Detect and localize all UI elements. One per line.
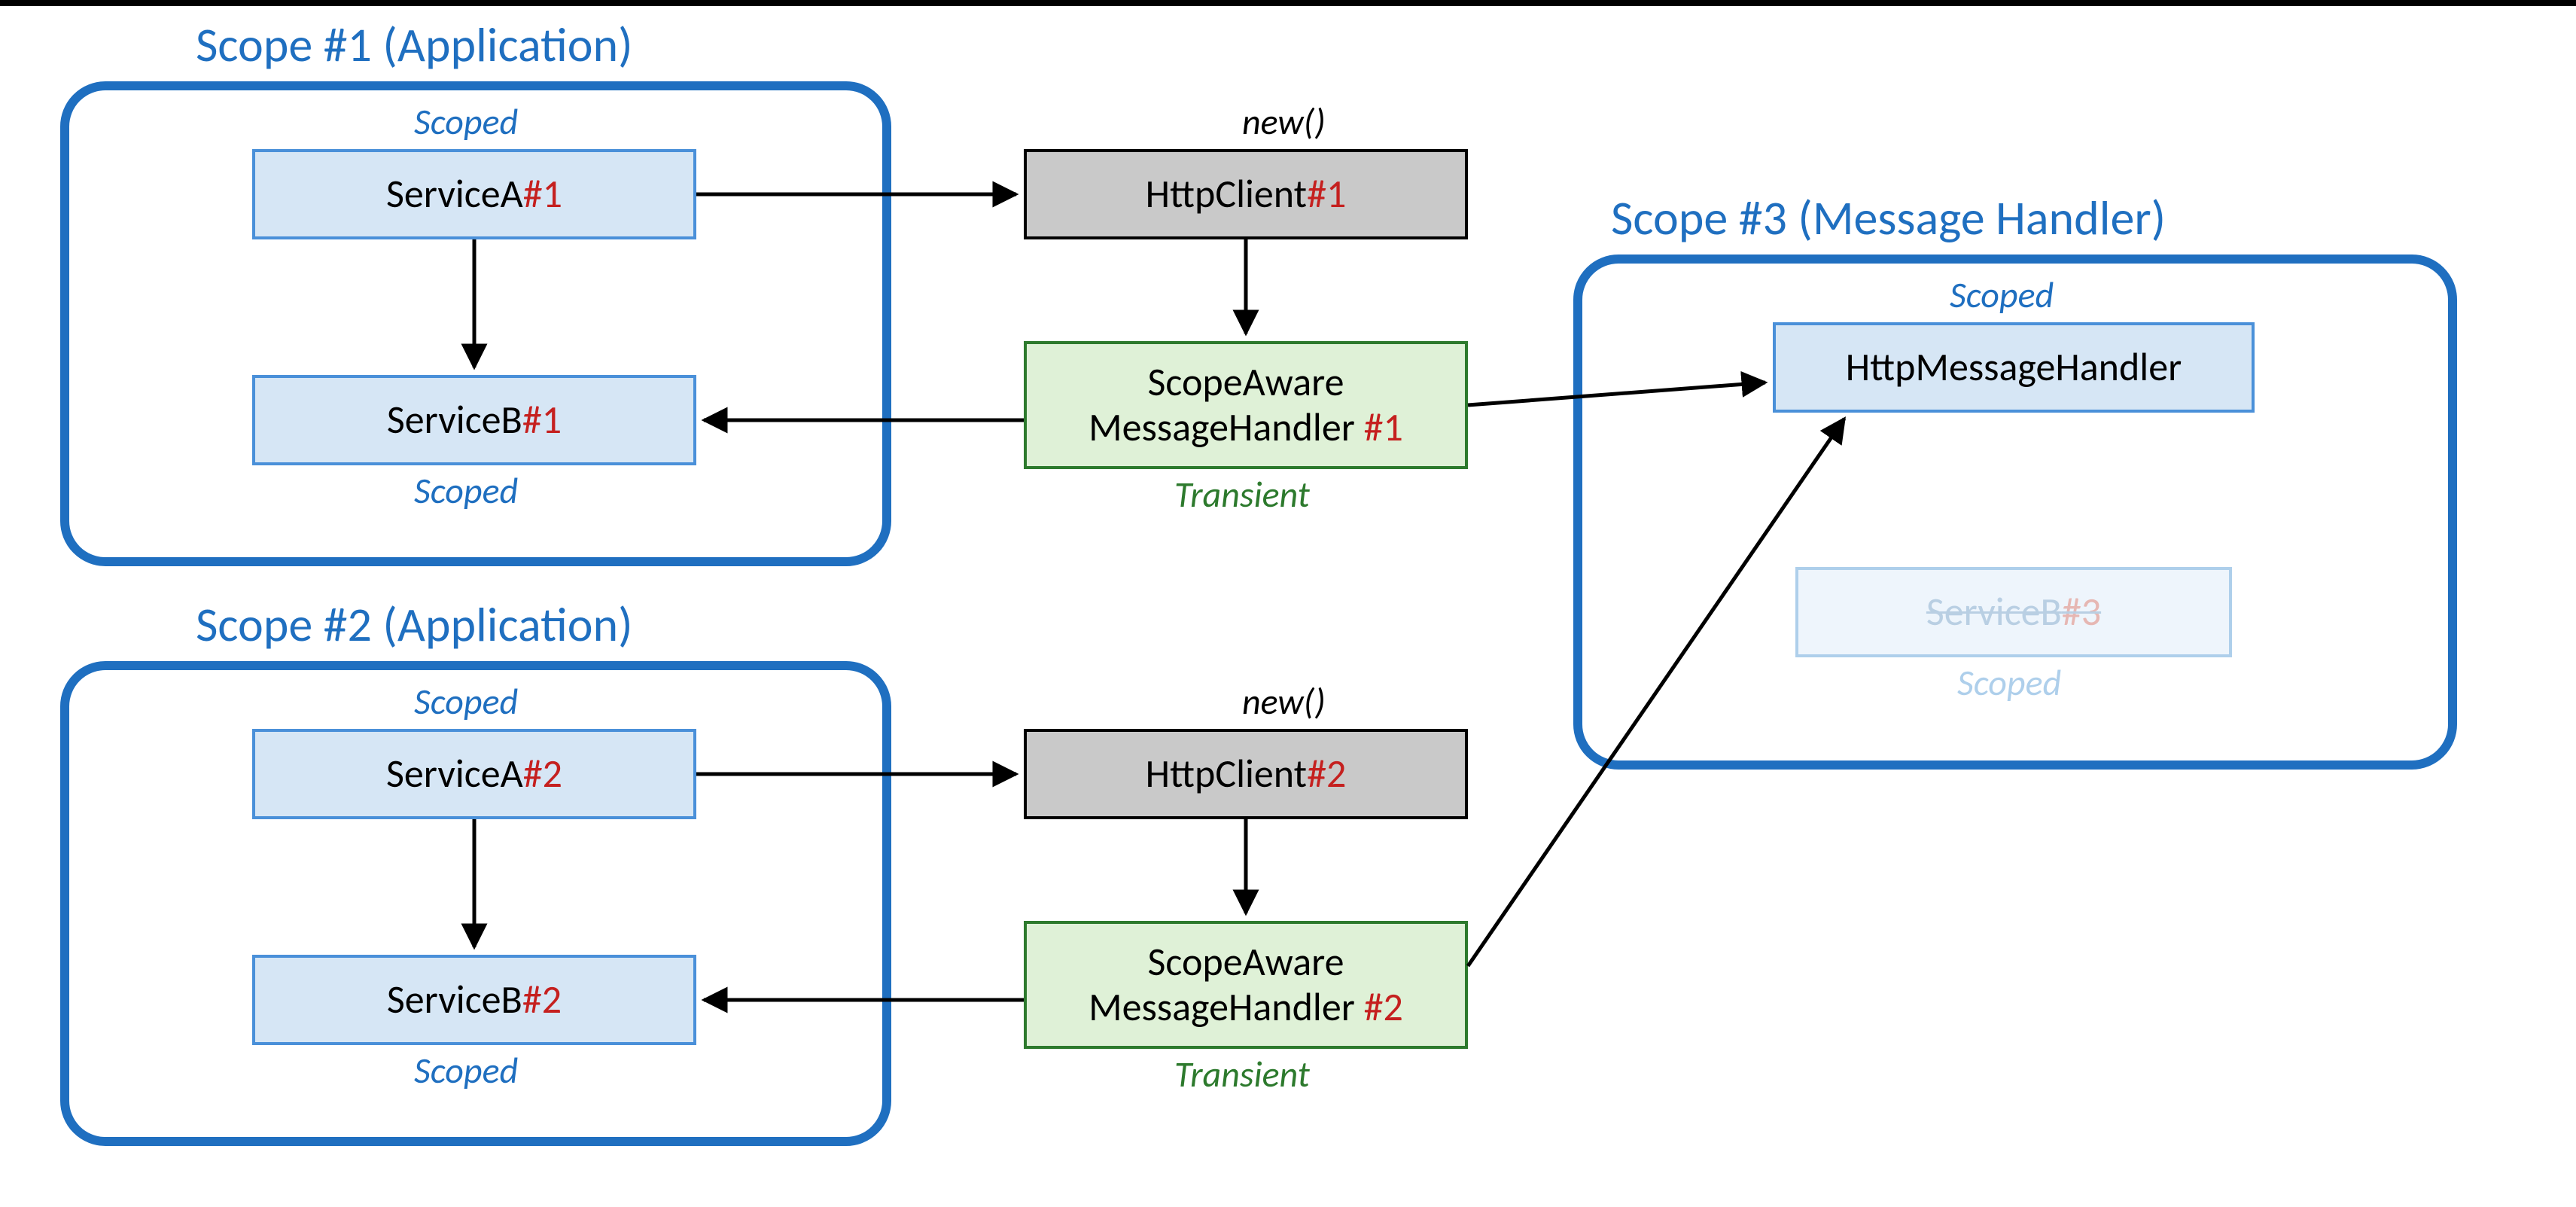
scope1-serviceA-lifetime-label: Scoped [414,104,518,140]
scope3-title: Scope #3 (Message Handler) [1611,194,2166,242]
scope3-handler-node: HttpMessageHandler [1773,322,2255,413]
scope1-serviceB-lifetime-label: Scoped [414,473,518,509]
httpclient1-new-label: new() [1242,104,1326,140]
httpclient1-inst: #1 [1307,172,1346,217]
scopeaware2-node: ScopeAware MessageHandler #2 [1024,921,1468,1049]
diagram-canvas: Scope #1 (Application) Scoped ServiceA #… [0,0,2576,1207]
scope2-serviceA-inst: #2 [523,751,562,797]
scope2-serviceB-node: ServiceB #2 [252,955,696,1045]
httpclient1-name: HttpClient [1146,172,1307,217]
scope3-handler-lifetime-label: Scoped [1950,277,2054,313]
scope3-handler-name: HttpMessageHandler [1846,345,2182,390]
scope2-serviceA-name: ServiceA [386,751,523,797]
scope2-serviceB-inst: #2 [522,977,562,1023]
scope2-serviceB-name: ServiceB [387,977,522,1023]
scopeaware2-inst: #2 [1355,983,1403,1031]
scope1-serviceA-inst: #1 [523,172,562,217]
scopeaware2-lifetime-label: Transient [1174,1056,1310,1093]
scope2-serviceB-lifetime-label: Scoped [414,1053,518,1089]
httpclient2-inst: #2 [1307,751,1346,797]
scopeaware1-line2: MessageHandler [1089,403,1355,451]
httpclient2-node: HttpClient #2 [1024,729,1468,819]
scope1-serviceA-name: ServiceA [386,172,523,217]
scope1-serviceA-node: ServiceA #1 [252,149,696,239]
scope2-title: Scope #2 (Application) [196,601,633,649]
scopeaware1-lifetime-label: Transient [1174,477,1310,513]
scope1-serviceB-node: ServiceB #1 [252,375,696,465]
scopeaware2-line1: ScopeAware [1148,937,1344,986]
scopeaware1-inst: #1 [1355,403,1403,451]
scope1-title: Scope #1 (Application) [196,21,633,69]
scopeaware1-node: ScopeAware MessageHandler #1 [1024,341,1468,469]
scope3-serviceB-lifetime-label-faded: Scoped [1957,665,2061,701]
scope3-serviceB-name: ServiceB [1926,590,2062,635]
httpclient1-node: HttpClient #1 [1024,149,1468,239]
scope3-serviceB-node-faded: ServiceB #3 [1795,567,2232,657]
httpclient2-new-label: new() [1242,684,1326,720]
scopeaware1-line1: ScopeAware [1148,358,1344,406]
scope1-serviceB-inst: #1 [522,398,562,443]
scope1-serviceB-name: ServiceB [387,398,522,443]
httpclient2-name: HttpClient [1146,751,1307,797]
scope3-serviceB-inst: #3 [2062,590,2101,635]
scope2-serviceA-node: ServiceA #2 [252,729,696,819]
scopeaware2-line2: MessageHandler [1089,983,1355,1031]
scope2-serviceA-lifetime-label: Scoped [414,684,518,720]
